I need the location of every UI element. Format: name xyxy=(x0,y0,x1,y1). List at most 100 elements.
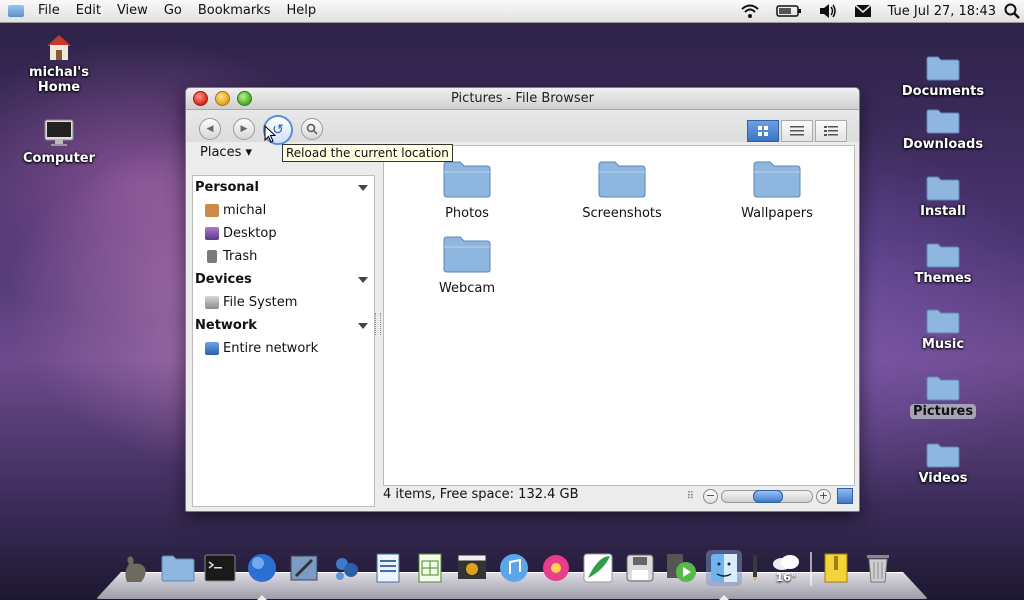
mail-icon[interactable] xyxy=(854,4,872,18)
calc-icon[interactable] xyxy=(412,550,448,586)
home-icon xyxy=(47,35,71,60)
grid-icon xyxy=(758,126,768,136)
resize-handle[interactable] xyxy=(837,488,853,504)
menu-view[interactable]: View xyxy=(109,0,156,22)
sidebar-item-michal[interactable]: michal xyxy=(193,199,374,222)
sidebar-section-personal[interactable]: Personal xyxy=(193,176,374,199)
sidebar-item-network[interactable]: Entire network xyxy=(193,337,374,360)
wifi-icon[interactable] xyxy=(740,3,760,19)
compact-view-button[interactable] xyxy=(815,120,847,142)
save-icon[interactable] xyxy=(622,550,658,586)
file-item-wallpapers[interactable]: Wallpapers xyxy=(717,160,837,221)
status-text: 4 items, Free space: 132.4 GB xyxy=(383,487,579,502)
window-titlebar[interactable]: Pictures - File Browser xyxy=(186,88,859,110)
system-menu-icon[interactable] xyxy=(8,5,24,17)
desktop-folder-install[interactable]: Install xyxy=(898,175,988,219)
places-label: Places xyxy=(200,145,242,160)
browser-icon[interactable] xyxy=(244,550,280,600)
desktop-label-downloads: Downloads xyxy=(902,137,984,152)
file-browser-window: Pictures - File Browser ◀ ▶ ↺ Reload the… xyxy=(185,87,860,512)
menu-edit[interactable]: Edit xyxy=(68,0,109,22)
photo-app-icon[interactable] xyxy=(538,550,574,586)
sidebar-item-trash[interactable]: Trash xyxy=(193,245,374,268)
desktop-label-computer: Computer xyxy=(22,151,96,166)
desktop-icon-computer[interactable]: Computer xyxy=(14,118,104,166)
folder-icon xyxy=(926,376,960,401)
sidebar-item-label: Trash xyxy=(223,249,258,264)
sidebar-section-devices[interactable]: Devices xyxy=(193,268,374,291)
status-bar: 4 items, Free space: 132.4 GB ⠿ − + xyxy=(383,487,853,507)
search-button[interactable] xyxy=(301,118,323,140)
file-item-screenshots[interactable]: Screenshots xyxy=(562,160,682,221)
menu-bookmarks[interactable]: Bookmarks xyxy=(190,0,279,22)
desktop-folder-videos[interactable]: Videos xyxy=(898,442,988,486)
toolbar: ◀ ▶ ↺ xyxy=(186,110,859,145)
window-title: Pictures - File Browser xyxy=(451,91,594,106)
collapse-triangle-icon[interactable] xyxy=(358,323,368,329)
pencil-icon[interactable] xyxy=(748,550,762,586)
chat-icon[interactable] xyxy=(328,550,364,586)
places-dropdown[interactable]: Places ▾ xyxy=(200,145,252,160)
zoom-out-button[interactable]: − xyxy=(703,488,718,504)
folder-icon[interactable] xyxy=(160,550,196,586)
gimp-icon[interactable] xyxy=(118,550,154,586)
desktop-folder-documents[interactable]: Documents xyxy=(898,55,988,99)
desktop-folder-pictures[interactable]: Pictures xyxy=(898,375,988,419)
folder-icon xyxy=(926,176,960,201)
weather-icon[interactable]: 16° xyxy=(768,550,804,586)
back-button[interactable]: ◀ xyxy=(199,118,221,140)
sidebar-item-label: Entire network xyxy=(223,341,319,356)
mail-app-icon[interactable] xyxy=(286,550,322,586)
pane-splitter[interactable] xyxy=(375,313,381,335)
menu-help[interactable]: Help xyxy=(278,0,324,22)
search-icon[interactable] xyxy=(1004,3,1020,19)
sidebar-item-filesystem[interactable]: File System xyxy=(193,291,374,314)
file-label: Screenshots xyxy=(582,206,662,221)
folder-icon xyxy=(753,161,801,198)
menu-file[interactable]: File xyxy=(30,0,68,22)
dock: 16° xyxy=(118,546,908,600)
trash-icon xyxy=(207,250,217,263)
media-player-icon[interactable] xyxy=(664,550,700,586)
sidebar-section-network[interactable]: Network xyxy=(193,314,374,337)
writer-icon[interactable] xyxy=(370,550,406,586)
desktop-label-install: Install xyxy=(920,204,966,219)
grip-icon: ⠿ xyxy=(686,490,694,502)
battery-icon[interactable] xyxy=(775,4,802,18)
desktop-icon-home[interactable]: michal's Home xyxy=(14,32,104,95)
top-menubar: File Edit View Go Bookmarks Help Tue Jul… xyxy=(0,0,1024,23)
computer-icon xyxy=(44,119,74,146)
sidebar-item-label: Desktop xyxy=(223,226,277,241)
weather-temperature: 16° xyxy=(775,570,797,584)
archive-icon[interactable] xyxy=(818,550,854,586)
desktop-folder-themes[interactable]: Themes xyxy=(898,242,988,286)
desktop-folder-downloads[interactable]: Downloads xyxy=(898,108,988,152)
collapse-triangle-icon[interactable] xyxy=(358,185,368,191)
file-item-webcam[interactable]: Webcam xyxy=(407,235,527,296)
file-view: Photos Screenshots Wallpapers Webcam xyxy=(383,145,855,486)
list-view-button[interactable] xyxy=(781,120,813,142)
zoom-in-button[interactable]: + xyxy=(816,488,831,504)
icon-view-button[interactable] xyxy=(747,120,779,142)
dock-separator xyxy=(810,552,812,586)
desktop-label-themes: Themes xyxy=(914,271,972,286)
network-icon xyxy=(205,342,219,355)
terminal-icon[interactable] xyxy=(202,550,238,586)
finder-icon[interactable] xyxy=(706,550,742,600)
sidebar-item-desktop[interactable]: Desktop xyxy=(193,222,374,245)
feather-icon[interactable] xyxy=(580,550,616,586)
clock[interactable]: Tue Jul 27, 18:43 xyxy=(888,4,996,19)
magnifier-icon xyxy=(306,123,318,135)
menu-go[interactable]: Go xyxy=(156,0,190,22)
collapse-triangle-icon[interactable] xyxy=(358,277,368,283)
volume-icon[interactable] xyxy=(818,3,838,19)
zoom-slider[interactable] xyxy=(721,489,813,503)
file-item-photos[interactable]: Photos xyxy=(407,160,527,221)
video-editor-icon[interactable] xyxy=(454,550,490,586)
forward-button[interactable]: ▶ xyxy=(233,118,255,140)
detail-list-icon xyxy=(824,126,838,136)
music-icon[interactable] xyxy=(496,550,532,586)
desktop-folder-music[interactable]: Music xyxy=(898,308,988,352)
zoom-slider-knob[interactable] xyxy=(753,489,783,503)
trash-icon[interactable] xyxy=(860,550,896,586)
